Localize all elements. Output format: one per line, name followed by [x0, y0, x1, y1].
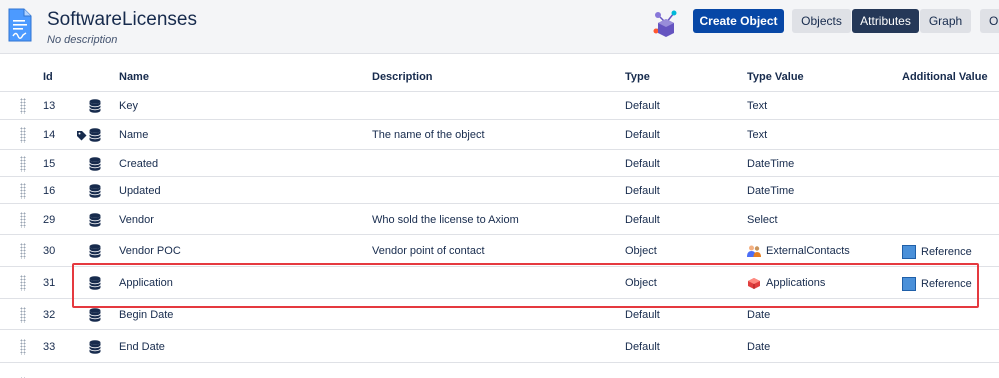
column-header-id[interactable]: Id	[43, 71, 53, 83]
contacts-icon	[747, 244, 761, 257]
attribute-type: Default	[625, 309, 660, 321]
column-header-description[interactable]: Description	[372, 71, 433, 83]
attribute-type-value: Date	[747, 341, 771, 353]
drag-handle-icon[interactable]	[20, 212, 26, 228]
attribute-type: Default	[625, 129, 660, 141]
table-row[interactable]: 29 Vendor Who sold the license to Axiom Def…	[0, 204, 999, 235]
attribute-additional-value: Reference	[921, 246, 972, 258]
database-icon	[89, 340, 101, 354]
tab-attributes[interactable]: Attributes	[852, 9, 919, 33]
database-icon	[89, 276, 101, 290]
attribute-type: Default	[625, 185, 660, 197]
attribute-id: 30	[43, 245, 56, 257]
schema-graph-icon[interactable]	[650, 7, 682, 39]
attribute-id: 14	[43, 129, 56, 141]
attribute-name[interactable]: Updated	[119, 185, 161, 197]
attribute-type-value: Text	[747, 100, 768, 112]
reference-color-icon	[902, 277, 916, 291]
table-row[interactable]: 14 Name The name of the object Default Text	[0, 120, 999, 150]
database-icon	[89, 184, 101, 198]
attribute-name[interactable]: Vendor	[119, 214, 154, 226]
table-body: 13 Key Default Text 14 Name The name of the ob…	[0, 92, 999, 378]
attribute-id: 29	[43, 214, 56, 226]
table-row[interactable]: 31 Application Object Applications Reference	[0, 267, 999, 299]
page-title: SoftwareLicenses	[47, 9, 197, 30]
attribute-id: 13	[43, 100, 56, 112]
drag-handle-icon[interactable]	[20, 339, 26, 355]
table-row[interactable]: 32 Begin Date Default Date	[0, 299, 999, 330]
tab-graph[interactable]: Graph	[920, 9, 971, 33]
attribute-type-value: Text	[747, 129, 768, 141]
drag-handle-icon[interactable]	[20, 156, 26, 172]
drag-handle-icon[interactable]	[20, 183, 26, 199]
reference-color-icon	[902, 245, 916, 259]
attribute-name[interactable]: End Date	[119, 341, 165, 353]
attribute-id: 31	[43, 277, 56, 289]
database-icon	[89, 99, 101, 113]
attribute-type: Object	[625, 277, 657, 289]
table-row[interactable]	[0, 363, 999, 378]
attribute-name[interactable]: Created	[119, 158, 158, 170]
attributes-table: Id Name Description Type Type Value Addi…	[0, 62, 999, 378]
table-row[interactable]: 13 Key Default Text	[0, 92, 999, 120]
table-header-row: Id Name Description Type Type Value Addi…	[0, 62, 999, 92]
attribute-description: The name of the object	[372, 129, 485, 141]
column-header-type-value[interactable]: Type Value	[747, 71, 804, 83]
attribute-type: Default	[625, 100, 660, 112]
attribute-name[interactable]: Begin Date	[119, 309, 173, 321]
drag-handle-icon[interactable]	[20, 275, 26, 291]
column-header-type[interactable]: Type	[625, 71, 650, 83]
attribute-type-value: ExternalContacts	[766, 245, 850, 257]
drag-handle-icon[interactable]	[20, 127, 26, 143]
database-icon	[89, 128, 101, 142]
table-row[interactable]: 16 Updated Default DateTime	[0, 177, 999, 204]
attribute-type: Default	[625, 341, 660, 353]
attribute-type-value: DateTime	[747, 185, 795, 197]
attribute-type: Default	[625, 158, 660, 170]
drag-handle-icon[interactable]	[20, 307, 26, 323]
table-row[interactable]: 15 Created Default DateTime	[0, 150, 999, 177]
attribute-id: 15	[43, 158, 56, 170]
attribute-type-value: DateTime	[747, 158, 795, 170]
database-icon	[89, 213, 101, 227]
applications-icon	[747, 276, 761, 289]
document-icon	[8, 8, 32, 42]
drag-handle-icon[interactable]	[20, 98, 26, 114]
attribute-id: 16	[43, 185, 56, 197]
object-type-header: SoftwareLicenses No description Create O…	[0, 0, 999, 54]
database-icon	[89, 308, 101, 322]
table-row[interactable]: 30 Vendor POC Vendor point of contact Objec…	[0, 235, 999, 267]
attribute-additional-value: Reference	[921, 278, 972, 290]
attribute-type-value: Select	[747, 214, 778, 226]
tab-overflow[interactable]: O	[980, 9, 999, 33]
column-header-additional-value[interactable]: Additional Value	[902, 71, 988, 83]
attribute-name[interactable]: Application	[119, 277, 173, 289]
create-object-button[interactable]: Create Object	[693, 9, 784, 33]
page-subtitle: No description	[47, 34, 118, 46]
attribute-type: Object	[625, 245, 657, 257]
column-header-name[interactable]: Name	[119, 71, 149, 83]
attribute-description: Who sold the license to Axiom	[372, 214, 519, 226]
attribute-name[interactable]: Name	[119, 129, 148, 141]
database-icon	[89, 244, 101, 258]
attribute-id: 33	[43, 341, 56, 353]
attribute-name[interactable]: Vendor POC	[119, 245, 181, 257]
attribute-name[interactable]: Key	[119, 100, 138, 112]
table-row[interactable]: 33 End Date Default Date	[0, 330, 999, 363]
tag-icon	[76, 128, 87, 141]
attribute-type-value: Date	[747, 309, 771, 321]
database-icon	[89, 157, 101, 171]
attribute-type-value: Applications	[766, 277, 826, 289]
attribute-description: Vendor point of contact	[372, 245, 485, 257]
drag-handle-icon[interactable]	[20, 243, 26, 259]
attribute-type: Default	[625, 214, 660, 226]
attribute-id: 32	[43, 309, 56, 321]
tab-objects[interactable]: Objects	[792, 9, 851, 33]
